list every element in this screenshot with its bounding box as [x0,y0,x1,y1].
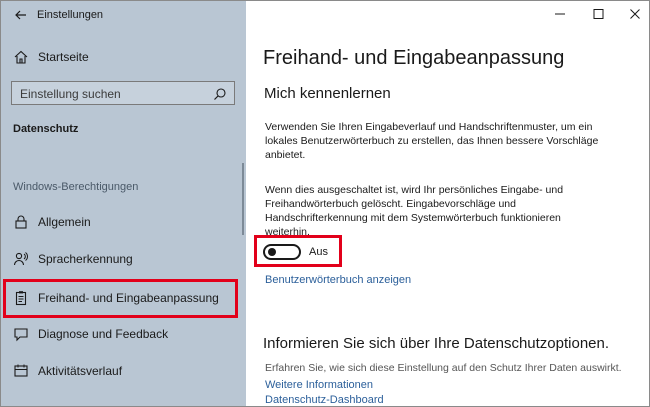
personalization-toggle[interactable] [263,244,301,260]
privacy-info-text: Erfahren Sie, wie sich diese Einstellung… [265,362,622,374]
view-dictionary-link[interactable]: Benutzerwörterbuch anzeigen [265,274,411,286]
sidebar: Einstellungen Startseite Einstellung suc… [1,1,246,406]
window-title: Einstellungen [37,9,104,21]
text-line: Handschrifterkennung mit dem Systemwörte… [265,212,561,224]
selection-highlight-frame [3,279,238,318]
person-speech-icon [13,252,28,266]
sidebar-item-label: Allgemein [38,215,91,229]
main-content: Freihand- und Eingabeanpassung Mich kenn… [246,1,649,406]
section-subtitle: Mich kennenlernen [264,85,391,102]
home-icon [14,50,28,64]
sidebar-item-general[interactable]: Allgemein [1,205,246,239]
text-line: anbietet. [265,149,306,161]
feedback-icon [14,328,28,342]
lock-icon [15,215,27,229]
sidebar-item-label: Diagnose und Feedback [38,327,169,341]
text-line: Wenn dies ausgeschaltet ist, wird Ihr pe… [265,184,564,196]
sidebar-item-diagnostics[interactable]: Diagnose und Feedback [1,317,246,351]
section-heading: Datenschutz [13,123,79,135]
more-info-link[interactable]: Weitere Informationen [265,379,373,391]
close-icon[interactable] [623,5,647,23]
toggle-knob [268,248,276,256]
description-paragraph: Verwenden Sie Ihren Eingabeverlauf und H… [265,120,610,162]
timeline-icon [14,364,28,377]
sidebar-item-label: Startseite [38,50,89,64]
text-line: Freihandwörterbuch gelöscht. Eingabevors… [265,198,516,210]
group-label: Windows-Berechtigungen [13,181,139,193]
search-input[interactable]: Einstellung suchen [11,81,235,105]
sidebar-item-speech[interactable]: Spracherkennung [1,242,246,276]
warning-paragraph: Wenn dies ausgeschaltet ist, wird Ihr pe… [265,183,610,239]
sidebar-item-activity[interactable]: Aktivitätsverlauf [1,354,246,388]
text-line: Verwenden Sie Ihren Eingabeverlauf und H… [265,121,593,133]
sidebar-item-label: Spracherkennung [38,252,133,266]
text-line: lokales Benutzerwörterbuch zu erstellen,… [265,135,599,147]
privacy-dashboard-link[interactable]: Datenschutz-Dashboard [265,394,384,406]
minimize-icon[interactable] [548,5,572,23]
search-placeholder: Einstellung suchen [20,87,121,101]
sidebar-item-label: Aktivitätsverlauf [38,364,123,378]
search-icon[interactable] [213,87,227,101]
back-arrow-icon[interactable] [11,5,31,25]
sidebar-item-home[interactable]: Startseite [1,40,246,74]
privacy-info-title: Informieren Sie sich über Ihre Datenschu… [263,335,610,352]
page-title: Freihand- und Eingabeanpassung [263,47,565,69]
toggle-state-label: Aus [309,246,328,258]
settings-window: Einstellungen Startseite Einstellung suc… [0,0,650,407]
maximize-icon[interactable] [586,5,610,23]
